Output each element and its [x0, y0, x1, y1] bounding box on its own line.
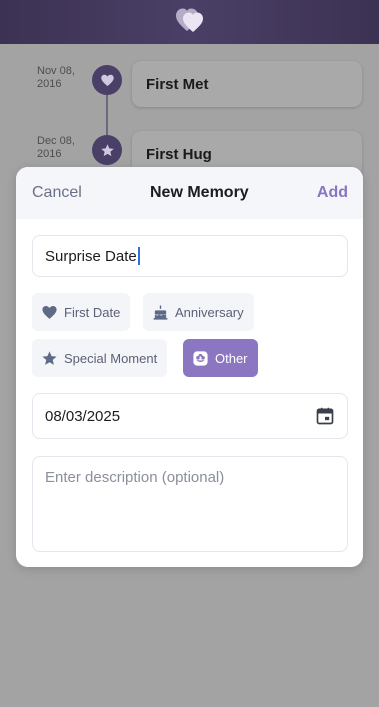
category-first-date[interactable]: First Date [32, 293, 131, 331]
star-icon [42, 350, 57, 365]
timeline-marker [92, 135, 122, 165]
timeline-entry[interactable]: Nov 08, 2016 First Met [0, 61, 379, 115]
cake-icon [153, 304, 168, 320]
chip-label: First Date [64, 304, 121, 320]
timeline-date: Nov 08, 2016 [37, 65, 75, 90]
timeline-card[interactable]: First Met [132, 61, 362, 107]
calendar-icon[interactable] [315, 406, 335, 426]
app-header [0, 0, 379, 44]
star-icon [100, 143, 114, 156]
chip-label: Anniversary [175, 304, 244, 320]
heart-icon [100, 74, 114, 86]
flower-icon [193, 350, 208, 366]
category-special-moment[interactable]: Special Moment [32, 339, 168, 377]
timeline-date: Dec 08, 2016 [37, 135, 75, 160]
date-value: 08/03/2025 [45, 407, 121, 425]
modal-header: Cancel New Memory Add [16, 167, 363, 219]
date-picker-field[interactable]: 08/03/2025 [32, 393, 348, 439]
category-anniversary[interactable]: Anniversary [143, 293, 254, 331]
category-other[interactable]: Other [183, 339, 258, 377]
cancel-button[interactable]: Cancel [32, 184, 82, 202]
title-input-value: Surprise Date [45, 247, 137, 265]
chip-label: Other [215, 350, 248, 366]
new-memory-modal: Cancel New Memory Add Surprise Date Firs… [16, 167, 363, 567]
heart-logo-icon [175, 7, 205, 38]
heart-icon [42, 305, 57, 319]
modal-title: New Memory [150, 184, 249, 201]
memory-title-input[interactable]: Surprise Date [32, 235, 348, 277]
add-button[interactable]: Add [317, 184, 348, 202]
description-input[interactable]: Enter description (optional) [32, 456, 348, 552]
timeline-marker [92, 65, 122, 95]
chip-label: Special Moment [64, 350, 158, 366]
text-caret [137, 247, 140, 265]
